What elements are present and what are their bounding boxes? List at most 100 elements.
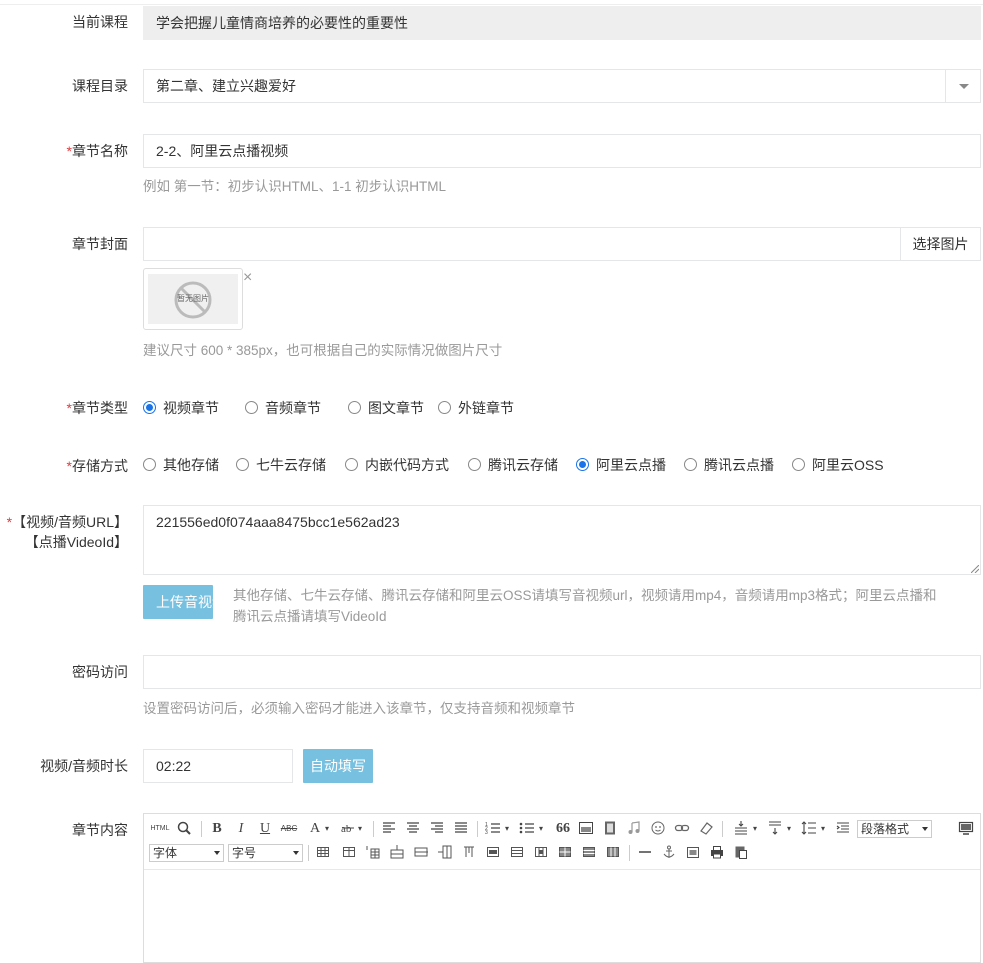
- password-label: 密码访问: [72, 664, 128, 680]
- align-justify-icon[interactable]: [452, 820, 470, 838]
- toolbar-divider: [308, 845, 309, 861]
- split-rows-icon[interactable]: [580, 844, 598, 862]
- radio-label: 视频章节: [163, 400, 219, 416]
- insert-paragraph-before-table-icon[interactable]: [364, 844, 382, 862]
- chapter-type-label: *章节类型: [67, 399, 128, 417]
- align-left-icon[interactable]: [380, 820, 398, 838]
- cover-label: 章节封面: [72, 236, 128, 252]
- align-center-icon[interactable]: [404, 820, 422, 838]
- radio-label: 内嵌代码方式: [365, 457, 449, 473]
- date-icon[interactable]: [684, 844, 702, 862]
- cover-help: 建议尺寸 600 * 385px，也可根据自己的实际情况做图片尺寸: [143, 343, 503, 358]
- resize-handle-icon[interactable]: [971, 565, 979, 573]
- media-url-value: 221556ed0f074aaa8475bcc1e562ad23: [156, 514, 400, 530]
- merge-right-icon[interactable]: [508, 844, 526, 862]
- paragraph-format-select[interactable]: 段落格式: [857, 820, 932, 838]
- radio-dot[interactable]: [236, 458, 249, 471]
- html-source-icon[interactable]: HTML: [149, 820, 171, 838]
- radio-dot[interactable]: [438, 401, 451, 414]
- table-delete-icon[interactable]: [340, 844, 358, 862]
- row-spacing-top-icon[interactable]: [732, 820, 750, 838]
- radio-dot[interactable]: [348, 401, 361, 414]
- eraser-icon[interactable]: [697, 820, 715, 838]
- cover-input[interactable]: [143, 227, 901, 261]
- radio-dot[interactable]: [143, 458, 156, 471]
- editor-toolbar: HTML B I U ABC A ▾ ab ▾ 123 ▾ ▾ 66 ▾ ▾ ▾: [144, 814, 980, 870]
- duration-input[interactable]: 02:22: [143, 749, 293, 783]
- bold-icon[interactable]: B: [208, 820, 226, 838]
- no-image-text: 暂无图片: [177, 294, 209, 303]
- chapter-name-label: *章节名称: [67, 142, 128, 160]
- video-icon[interactable]: [601, 820, 619, 838]
- radio-label: 腾讯云存储: [488, 457, 558, 473]
- paragraph-format-icon[interactable]: [834, 820, 852, 838]
- radio-dot[interactable]: [468, 458, 481, 471]
- font-size-select[interactable]: 字号: [228, 844, 303, 862]
- chevron-down-icon[interactable]: ▾: [502, 820, 512, 838]
- insert-table-icon[interactable]: [314, 844, 332, 862]
- blockquote-icon[interactable]: 66: [554, 820, 572, 838]
- underline-icon[interactable]: U: [256, 820, 274, 838]
- choose-image-button[interactable]: 选择图片: [900, 227, 981, 261]
- media-url-label: *【视频/音频URL】: [7, 513, 128, 531]
- radio-dot[interactable]: [143, 401, 156, 414]
- chevron-down-icon[interactable]: ▾: [818, 820, 828, 838]
- chevron-down-icon[interactable]: [945, 70, 980, 102]
- anchor-icon[interactable]: [660, 844, 678, 862]
- upload-media-button[interactable]: 上传音视频: [143, 585, 213, 619]
- print-icon[interactable]: [708, 844, 726, 862]
- insert-column-icon[interactable]: [436, 844, 454, 862]
- radio-dot[interactable]: [792, 458, 805, 471]
- auto-fill-button[interactable]: 自动填写: [303, 749, 373, 783]
- align-right-icon[interactable]: [428, 820, 446, 838]
- emoji-icon[interactable]: [649, 820, 667, 838]
- horizontal-rule-icon[interactable]: [636, 844, 654, 862]
- search-icon[interactable]: [175, 820, 193, 838]
- insert-row-icon[interactable]: [388, 844, 406, 862]
- catalog-select[interactable]: 第二章、建立兴趣爱好: [143, 69, 981, 103]
- ordered-list-icon[interactable]: 123: [484, 820, 502, 838]
- content-label: 章节内容: [72, 822, 128, 838]
- editor-content-area[interactable]: [144, 870, 980, 962]
- catalog-selected-value: 第二章、建立兴趣爱好: [156, 78, 296, 94]
- split-cells-icon[interactable]: [556, 844, 574, 862]
- close-icon[interactable]: ×: [243, 270, 252, 286]
- music-icon[interactable]: [625, 820, 643, 838]
- toolbar-divider: [373, 821, 374, 837]
- chapter-name-input[interactable]: 2-2、阿里云点播视频: [143, 134, 981, 168]
- font-family-select[interactable]: 字体: [149, 844, 224, 862]
- row-spacing-bottom-icon[interactable]: [766, 820, 784, 838]
- radio-dot[interactable]: [684, 458, 697, 471]
- chevron-down-icon[interactable]: ▾: [536, 820, 546, 838]
- strikethrough-icon[interactable]: ABC: [280, 820, 298, 838]
- storage-label-text: 存储方式: [72, 458, 128, 474]
- toolbar-divider: [722, 821, 723, 837]
- fullscreen-icon[interactable]: [957, 820, 975, 838]
- italic-icon[interactable]: I: [232, 820, 250, 838]
- media-url-textarea[interactable]: 221556ed0f074aaa8475bcc1e562ad23: [143, 505, 981, 575]
- delete-column-icon[interactable]: [460, 844, 478, 862]
- radio-dot[interactable]: [245, 401, 258, 414]
- line-height-icon[interactable]: [800, 820, 818, 838]
- delete-row-icon[interactable]: [412, 844, 430, 862]
- chevron-down-icon[interactable]: ▾: [355, 820, 365, 838]
- svg-text:ab: ab: [341, 823, 352, 835]
- rich-text-editor[interactable]: HTML B I U ABC A ▾ ab ▾ 123 ▾ ▾ 66 ▾ ▾ ▾: [143, 813, 981, 963]
- chevron-down-icon[interactable]: ▾: [322, 820, 332, 838]
- merge-cells-icon[interactable]: [484, 844, 502, 862]
- radio-label: 阿里云OSS: [812, 457, 884, 473]
- radio-dot[interactable]: [345, 458, 358, 471]
- unordered-list-icon[interactable]: [518, 820, 536, 838]
- chevron-down-icon[interactable]: ▾: [750, 820, 760, 838]
- media-url-label-line2: 【点播VideoId】: [24, 534, 128, 550]
- password-help: 设置密码访问后，必须输入密码才能进入该章节，仅支持音频和视频章节: [143, 701, 575, 716]
- paste-icon[interactable]: [732, 844, 750, 862]
- split-columns-icon[interactable]: [604, 844, 622, 862]
- image-icon[interactable]: [577, 820, 595, 838]
- media-url-label-line1: 【视频/音频URL】: [12, 514, 128, 530]
- password-input[interactable]: [143, 655, 981, 689]
- chevron-down-icon[interactable]: ▾: [784, 820, 794, 838]
- radio-dot[interactable]: [576, 458, 589, 471]
- link-icon[interactable]: [673, 820, 691, 838]
- merge-down-icon[interactable]: [532, 844, 550, 862]
